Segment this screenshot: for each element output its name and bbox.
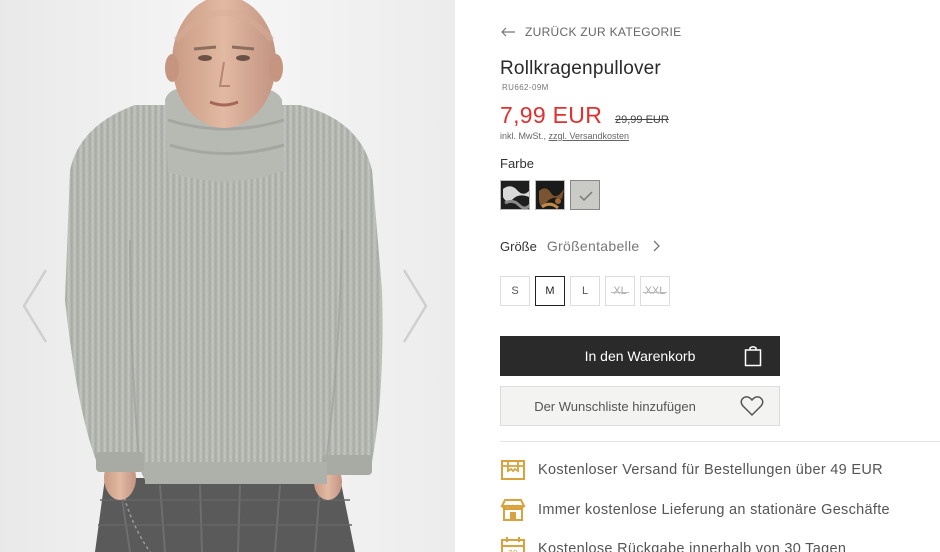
size-label: Größe — [500, 238, 537, 254]
size-option-label: XL — [611, 285, 630, 297]
color-swatch-light-grey[interactable] — [570, 180, 600, 210]
calendar-return-icon: 30 — [501, 537, 525, 552]
size-option-label: M — [545, 285, 555, 297]
color-swatches — [500, 180, 600, 210]
product-gallery — [0, 0, 455, 552]
benefit-text: Kostenlose Rückgabe innerhalb von 30 Tag… — [538, 541, 847, 552]
add-to-wishlist-label: Der Wunschliste hinzufügen — [534, 398, 696, 414]
color-swatch-black-camo[interactable] — [500, 180, 530, 210]
size-option-s[interactable]: S — [500, 276, 530, 306]
color-label: Farbe — [500, 156, 534, 171]
vat-text: inkl. MwSt., — [500, 131, 549, 141]
size-option-m[interactable]: M — [535, 276, 565, 306]
color-swatch-brown-camo[interactable] — [535, 180, 565, 210]
size-option-label: S — [511, 285, 519, 297]
vat-note: inkl. MwSt., zzgl. Versandkosten — [500, 131, 629, 141]
size-option-label: XXL — [642, 285, 668, 297]
chevron-right-icon[interactable] — [400, 268, 430, 344]
back-link-label: ZURÜCK ZUR KATEGORIE — [525, 25, 682, 39]
current-price: 7,99 EUR — [500, 102, 603, 128]
chevron-left-icon[interactable] — [20, 268, 50, 344]
benefit-text: Immer kostenlose Lieferung an stationäre… — [538, 502, 890, 518]
back-to-category-link[interactable]: ZURÜCK ZUR KATEGORIE — [500, 25, 681, 39]
size-option-l[interactable]: L — [570, 276, 600, 306]
add-to-wishlist-button[interactable]: Der Wunschliste hinzufügen — [500, 386, 780, 426]
size-chart-link[interactable]: Größentabelle — [547, 238, 640, 254]
benefit-free-shipping: Kostenloser Versand für Bestellungen übe… — [500, 457, 883, 483]
add-to-cart-button[interactable]: In den Warenkorb — [500, 336, 780, 376]
delivery-box-icon — [501, 460, 525, 480]
chevron-right-icon[interactable] — [653, 240, 661, 252]
old-price: 29,99 EUR — [615, 114, 669, 126]
product-sku: RU662-09M — [502, 83, 549, 92]
benefit-store-delivery: Immer kostenlose Lieferung an stationäre… — [500, 497, 890, 523]
add-to-cart-label: In den Warenkorb — [584, 348, 696, 364]
arrow-left-icon — [501, 27, 515, 37]
store-icon — [500, 499, 526, 521]
size-options: S M L XL XXL — [500, 276, 670, 306]
divider — [500, 441, 940, 442]
shopping-bag-icon — [744, 346, 762, 367]
shipping-costs-link[interactable]: zzgl. Versandkosten — [549, 131, 630, 141]
size-option-xl[interactable]: XL — [605, 276, 635, 306]
benefit-text: Kostenloser Versand für Bestellungen übe… — [538, 462, 883, 478]
product-image — [0, 0, 455, 552]
size-option-label: L — [581, 285, 589, 297]
size-option-xxl[interactable]: XXL — [640, 276, 670, 306]
product-title: Rollkragenpullover — [500, 58, 661, 79]
size-row: Größe Größentabelle — [500, 238, 661, 254]
heart-icon — [740, 396, 764, 417]
benefit-free-returns: 30 Kostenlose Rückgabe innerhalb von 30 … — [500, 536, 846, 552]
product-info: ZURÜCK ZUR KATEGORIE Rollkragenpullover … — [500, 0, 940, 552]
